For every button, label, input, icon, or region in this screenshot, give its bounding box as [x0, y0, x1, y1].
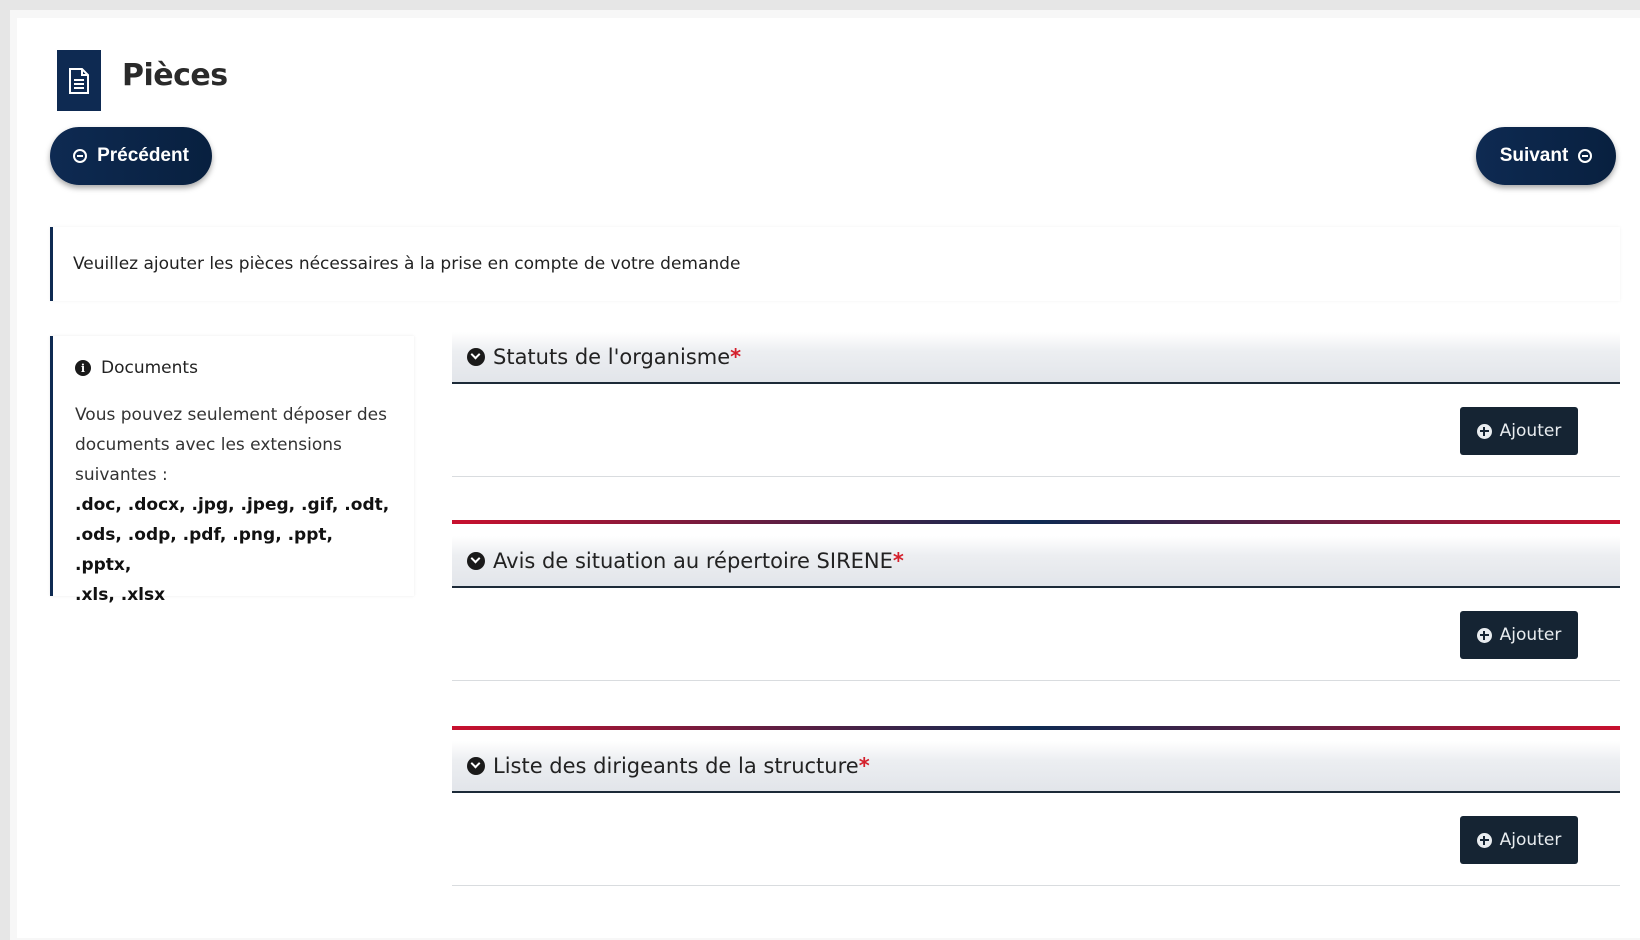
section-body: Ajouter — [452, 588, 1620, 681]
section-body: Ajouter — [452, 793, 1620, 886]
allowed-extensions: .doc, .docx, .jpg, .jpeg, .gif, .odt, .o… — [75, 490, 392, 610]
documents-description: Vous pouvez seulement déposer des docume… — [75, 400, 392, 490]
circle-minus-icon — [1578, 149, 1593, 163]
documents-description-line: documents avec les extensions — [75, 435, 342, 455]
required-asterisk: * — [892, 549, 904, 573]
previous-button[interactable]: Précédent — [50, 127, 212, 185]
documents-title-row: i Documents — [75, 358, 392, 378]
section-body: Ajouter — [452, 384, 1620, 477]
plus-circle-icon — [1476, 627, 1492, 643]
section-title: Avis de situation au répertoire SIRENE — [493, 549, 893, 573]
chevron-down-icon — [467, 348, 485, 366]
extensions-line: .xls, .xlsx — [75, 585, 166, 605]
add-button[interactable]: Ajouter — [1460, 611, 1578, 659]
documents-info-box: i Documents Vous pouvez seulement dépose… — [50, 336, 414, 605]
section-divider — [452, 726, 1620, 730]
section-title: Liste des dirigeants de la structure — [493, 754, 859, 778]
next-button-label: Suivant — [1499, 145, 1569, 166]
add-button-label: Ajouter — [1499, 625, 1562, 645]
upload-section-dirigeants: Liste des dirigeants de la structure * Aj… — [452, 741, 1620, 886]
documents-title: Documents — [101, 358, 198, 378]
section-divider — [452, 520, 1620, 524]
chevron-down-icon — [467, 552, 485, 570]
extensions-line: .ods, .odp, .pdf, .png, .ppt, .pptx, — [75, 525, 333, 575]
plus-circle-icon — [1476, 832, 1492, 848]
section-header[interactable]: Avis de situation au répertoire SIRENE * — [452, 536, 1620, 588]
section-header[interactable]: Statuts de l'organisme * — [452, 332, 1620, 384]
info-icon: i — [75, 360, 91, 376]
circle-minus-icon — [73, 149, 88, 163]
info-message-text: Veuillez ajouter les pièces nécessaires … — [73, 254, 741, 274]
previous-button-label: Précédent — [97, 145, 189, 166]
section-header[interactable]: Liste des dirigeants de la structure * — [452, 741, 1620, 793]
upload-section-statuts: Statuts de l'organisme * Ajouter — [452, 332, 1620, 477]
page-title: Pièces — [122, 58, 228, 93]
next-button[interactable]: Suivant — [1476, 127, 1616, 185]
document-icon — [57, 50, 101, 111]
extensions-line: .doc, .docx, .jpg, .jpeg, .gif, .odt, — [75, 495, 390, 515]
upload-section-sirene: Avis de situation au répertoire SIRENE * … — [452, 536, 1620, 681]
section-title: Statuts de l'organisme — [493, 345, 731, 369]
add-button[interactable]: Ajouter — [1460, 816, 1578, 864]
add-button-label: Ajouter — [1499, 830, 1562, 850]
chevron-down-icon — [467, 757, 485, 775]
add-button[interactable]: Ajouter — [1460, 407, 1578, 455]
info-message: Veuillez ajouter les pièces nécessaires … — [50, 227, 1620, 301]
required-asterisk: * — [730, 345, 742, 369]
documents-description-line: Vous pouvez seulement déposer des — [75, 405, 387, 425]
required-asterisk: * — [858, 754, 870, 778]
documents-description-line: suivantes : — [75, 465, 168, 485]
plus-circle-icon — [1476, 423, 1492, 439]
add-button-label: Ajouter — [1499, 421, 1562, 441]
